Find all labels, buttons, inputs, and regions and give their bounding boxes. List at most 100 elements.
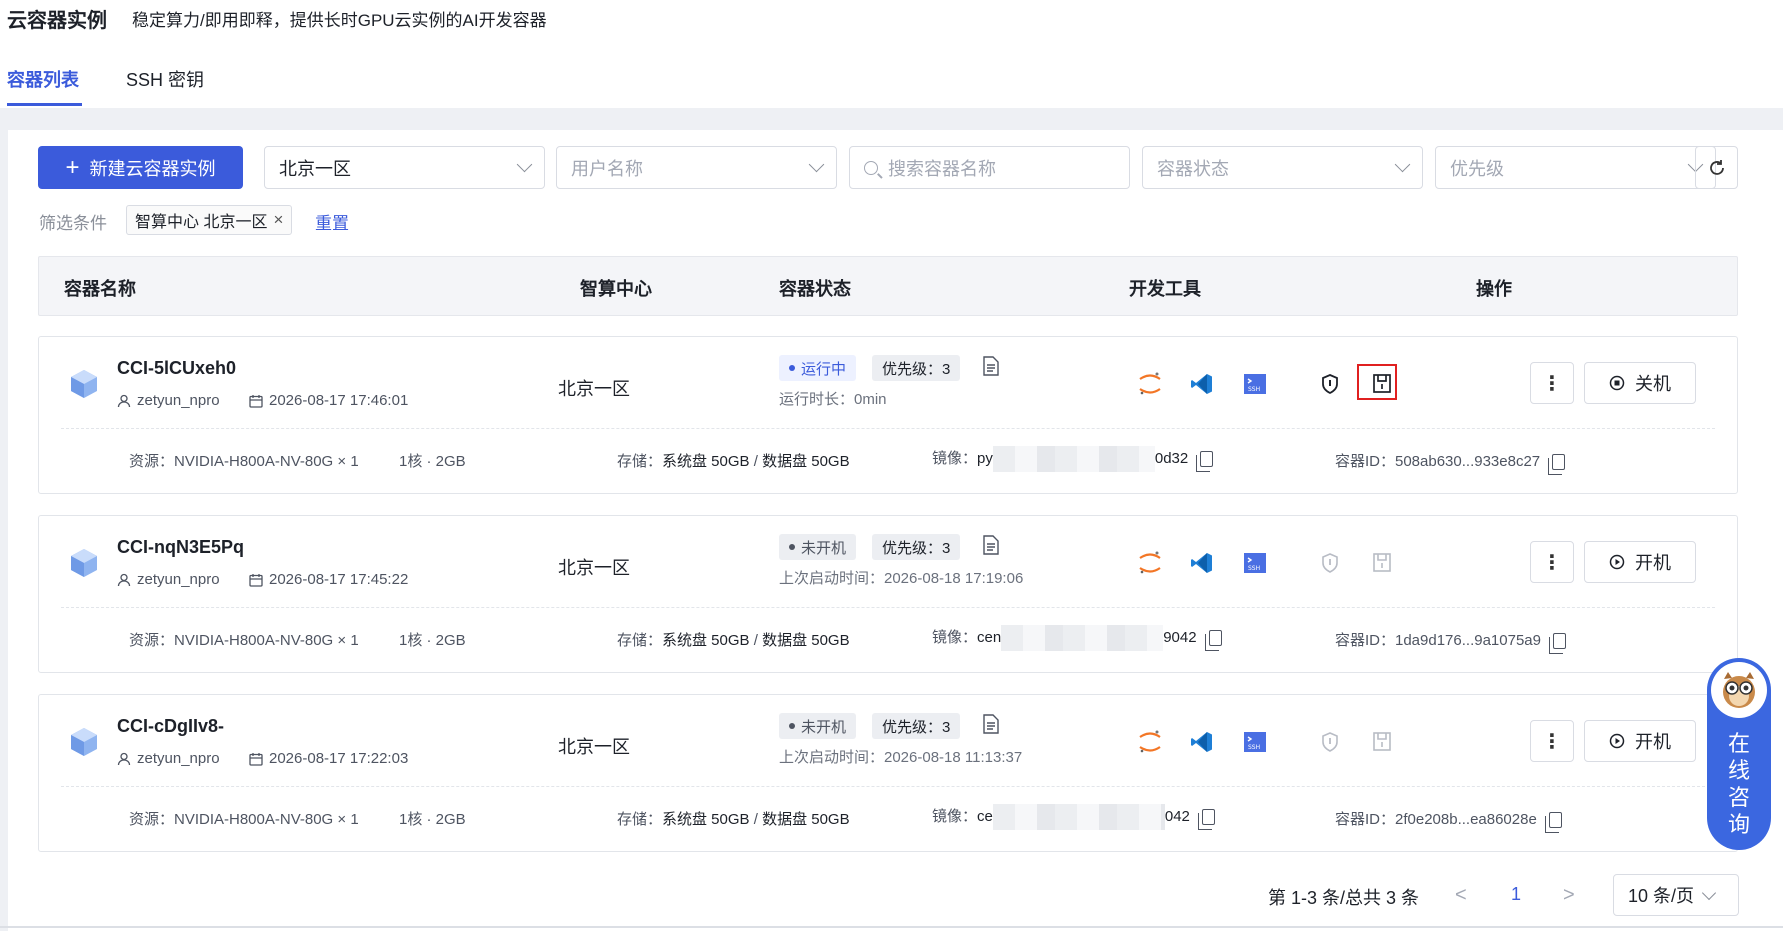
copy-icon[interactable] xyxy=(1196,451,1214,472)
copy-icon[interactable] xyxy=(1544,812,1562,834)
calendar-icon xyxy=(249,573,263,587)
save-image-icon xyxy=(1373,553,1391,572)
image-label: 镜像： xyxy=(932,449,978,467)
image-prefix: cen xyxy=(977,628,1002,646)
priority-select[interactable]: 优先级 xyxy=(1435,146,1716,189)
reset-link[interactable]: 重置 xyxy=(315,209,349,234)
copy-icon[interactable] xyxy=(1197,809,1215,830)
storage-label: 存储： xyxy=(617,632,663,649)
tab-container-list[interactable]: 容器列表 xyxy=(7,66,79,92)
svg-text:SSH: SSH xyxy=(1248,386,1260,393)
vscode-icon[interactable] xyxy=(1189,550,1215,576)
created-time-value: 2026-08-17 17:46:01 xyxy=(269,392,409,409)
more-actions-button[interactable]: ⋮ xyxy=(1530,720,1574,762)
storage-separator: / xyxy=(753,632,758,649)
status-badge: 未开机 xyxy=(779,534,857,560)
online-consult-button[interactable]: 在 线 咨 询 xyxy=(1707,658,1771,850)
power-label: 关机 xyxy=(1635,374,1671,394)
image-text: 镜像：cen 9042 xyxy=(932,625,1222,651)
container-id: 容器ID：1da9d176...9a1075a9 xyxy=(1335,632,1541,649)
plus-icon: + xyxy=(65,153,80,181)
priority-badge: 优先级：3 xyxy=(872,534,961,560)
redacted-region xyxy=(1001,625,1164,651)
ssh-terminal-icon[interactable]: SSH xyxy=(1242,550,1268,576)
close-icon[interactable]: × xyxy=(273,210,283,230)
row-divider xyxy=(61,607,1715,608)
owner-name: zetyun_npro xyxy=(137,392,220,409)
region-select[interactable]: 北京一区 xyxy=(264,146,545,189)
column-header: 智算中心 xyxy=(580,279,652,299)
priority-badge: 优先级：3 xyxy=(872,713,961,739)
container-id-text: 容器ID：508ab630...933e8c27 xyxy=(1335,450,1566,476)
jupyter-icon[interactable] xyxy=(1137,371,1163,397)
svg-text:SSH: SSH xyxy=(1248,565,1260,572)
filter-chip: 智算中心 北京一区 × xyxy=(126,205,293,235)
container-cube-icon xyxy=(71,549,97,577)
status-dot xyxy=(789,723,795,729)
image-suffix: 0d32 xyxy=(1154,449,1189,467)
power-button[interactable]: 关机 xyxy=(1584,362,1696,404)
jupyter-icon[interactable] xyxy=(1137,729,1163,755)
page-title: 云容器实例 xyxy=(7,10,107,32)
container-name[interactable]: CCI-cDgIIv8- xyxy=(117,716,224,737)
resource-text: 资源：NVIDIA-H800A-NV-80G × 1 xyxy=(129,453,359,470)
filter-label: 筛选条件 xyxy=(39,214,107,233)
page-size-select[interactable]: 10 条/页 xyxy=(1613,874,1739,916)
power-button[interactable]: 开机 xyxy=(1584,720,1696,762)
copy-icon[interactable] xyxy=(1548,633,1566,655)
image-label: 镜像： xyxy=(932,807,978,825)
ssh-terminal-icon[interactable]: SSH xyxy=(1242,371,1268,397)
refresh-icon xyxy=(1709,159,1724,175)
container-id-text: 容器ID：2f0e208b...ea86028e xyxy=(1335,808,1562,834)
status-label: 运行中 xyxy=(801,360,847,378)
mascot-avatar-icon xyxy=(1711,662,1767,718)
power-label: 开机 xyxy=(1635,732,1671,752)
next-page-button[interactable]: > xyxy=(1563,884,1575,907)
new-container-label: 新建云容器实例 xyxy=(89,158,216,179)
container-id: 容器ID：2f0e208b...ea86028e xyxy=(1335,811,1537,828)
document-icon[interactable] xyxy=(982,535,1000,555)
search-input[interactable]: 搜索容器名称 xyxy=(849,146,1130,189)
document-icon[interactable] xyxy=(982,356,1000,376)
compute-center: 北京一区 xyxy=(558,558,630,578)
status-select-placeholder: 容器状态 xyxy=(1157,158,1229,179)
copy-icon[interactable] xyxy=(1548,454,1566,476)
document-icon[interactable] xyxy=(982,714,1000,734)
shield-icon xyxy=(1322,553,1338,573)
table-row: CCI-cDgIIv8- zetyun_npro 2026-08-17 17:2… xyxy=(38,694,1738,852)
container-name[interactable]: CCI-nqN3E5Pq xyxy=(117,537,244,558)
user-select[interactable]: 用户名称 xyxy=(556,146,837,189)
bottom-divider xyxy=(0,926,1783,928)
tab-ssh-keys[interactable]: SSH 密钥 xyxy=(126,66,204,92)
page-subtitle: 稳定算力/即用即释，提供长时GPU云实例的AI开发容器 xyxy=(132,11,547,30)
more-actions-button[interactable]: ⋮ xyxy=(1530,362,1574,404)
pagination-summary: 第 1-3 条/总共 3 条 xyxy=(1268,888,1420,908)
container-name[interactable]: CCI-5lCUxeh0 xyxy=(117,358,236,379)
more-actions-button[interactable]: ⋮ xyxy=(1530,541,1574,583)
new-container-button[interactable]: + 新建云容器实例 xyxy=(38,146,243,189)
table-header: 容器名称 智算中心 容器状态 开发工具 操作 xyxy=(38,256,1738,316)
shield-icon[interactable] xyxy=(1317,371,1343,397)
vscode-icon[interactable] xyxy=(1189,729,1215,755)
table-row: CCI-nqN3E5Pq zetyun_npro 2026-08-17 17:4… xyxy=(38,515,1738,673)
created-time-value: 2026-08-17 17:22:03 xyxy=(269,750,409,767)
page-size-value: 10 条/页 xyxy=(1628,886,1695,906)
vscode-icon[interactable] xyxy=(1189,371,1215,397)
row-divider xyxy=(61,786,1715,787)
status-badge: 未开机 xyxy=(779,713,857,739)
page-number-current[interactable]: 1 xyxy=(1511,884,1521,905)
prev-page-button[interactable]: < xyxy=(1455,884,1467,907)
power-button[interactable]: 开机 xyxy=(1584,541,1696,583)
refresh-button[interactable] xyxy=(1695,146,1738,189)
jupyter-icon[interactable] xyxy=(1137,550,1163,576)
owner-name: zetyun_npro xyxy=(137,571,220,588)
created-time: 2026-08-17 17:45:22 xyxy=(249,571,408,588)
copy-icon[interactable] xyxy=(1204,630,1222,651)
status-select[interactable]: 容器状态 xyxy=(1142,146,1423,189)
container-owner: zetyun_npro xyxy=(117,750,220,767)
ssh-terminal-icon[interactable]: SSH xyxy=(1242,729,1268,755)
play-icon xyxy=(1609,733,1625,749)
storage-data-disk: 数据盘 50GB xyxy=(762,811,850,828)
chevron-down-icon xyxy=(808,156,825,173)
container-id: 容器ID：508ab630...933e8c27 xyxy=(1335,453,1541,470)
